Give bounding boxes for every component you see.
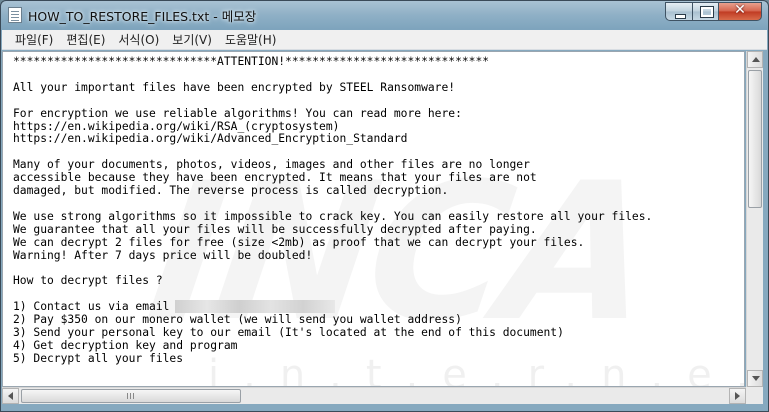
vertical-scrollbar[interactable] [746,51,763,387]
chevron-left-icon [8,392,13,400]
document-text[interactable]: ******************************ATTENTION!… [13,55,652,366]
redacted-email [175,300,335,313]
close-button[interactable]: ✕ [718,2,762,21]
scroll-down-button[interactable] [747,370,763,387]
scroll-left-button[interactable] [2,388,19,404]
close-icon: ✕ [734,2,746,18]
caption-buttons: ✕ [665,2,762,21]
scroll-up-button[interactable] [747,51,763,68]
chevron-down-icon [752,376,760,381]
grip-icon [127,393,128,399]
menu-view[interactable]: 보기(V) [165,31,218,48]
maximize-button[interactable] [692,2,718,21]
horizontal-scroll-thumb[interactable] [21,389,241,403]
vertical-scroll-thumb[interactable] [748,70,762,208]
menu-help[interactable]: 도움말(H) [218,31,283,48]
chevron-right-icon [735,392,740,400]
notepad-window: HOW_TO_RESTORE_FILES.txt - 메모장 ✕ 파일(F) 편… [0,0,769,412]
scrollbar-corner [746,387,763,404]
text-editor[interactable]: INCA i.n.t.e.r.n.e.t *******************… [2,51,745,387]
scroll-right-button[interactable] [729,388,746,404]
window-title: HOW_TO_RESTORE_FILES.txt - 메모장 [28,9,257,24]
title-bar[interactable]: HOW_TO_RESTORE_FILES.txt - 메모장 ✕ [1,1,768,29]
menu-file[interactable]: 파일(F) [8,31,59,48]
chevron-up-icon [752,57,760,62]
menu-edit[interactable]: 편집(E) [59,31,111,48]
menu-format[interactable]: 서식(O) [111,31,165,48]
menu-bar: 파일(F) 편집(E) 서식(O) 보기(V) 도움말(H) [2,30,767,50]
horizontal-scrollbar[interactable] [2,387,746,404]
notepad-icon[interactable] [8,7,22,23]
minimize-button[interactable] [665,2,692,21]
